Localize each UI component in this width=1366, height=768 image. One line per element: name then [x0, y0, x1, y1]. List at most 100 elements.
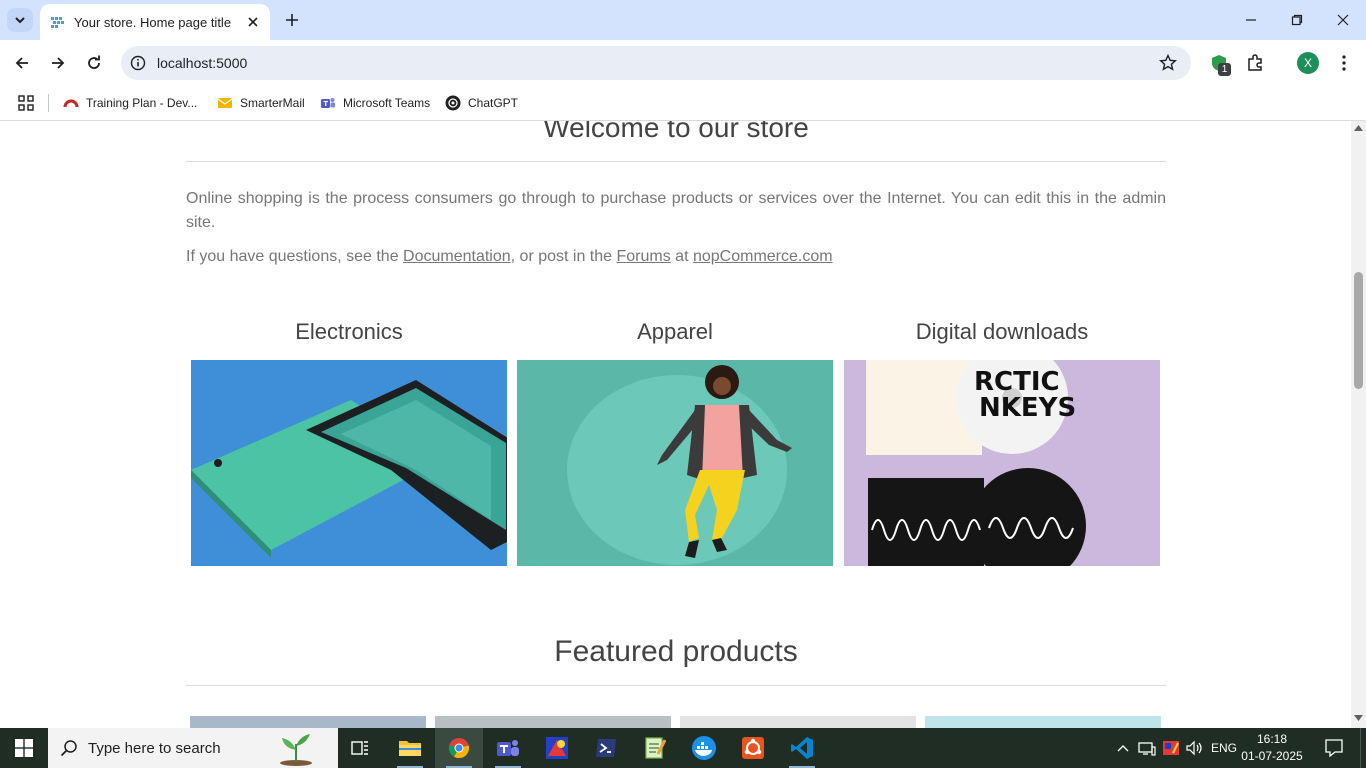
forums-link[interactable]: Forums	[617, 248, 671, 265]
clock[interactable]: 16:18 01-07-2025	[1240, 731, 1304, 765]
back-button[interactable]	[8, 49, 36, 77]
page-scrollbar[interactable]	[1351, 121, 1366, 728]
scroll-up-icon[interactable]	[1354, 125, 1363, 131]
start-button[interactable]	[0, 728, 48, 768]
restore-button[interactable]	[1274, 0, 1320, 40]
notifications-button[interactable]	[1318, 728, 1350, 768]
search-icon	[60, 740, 77, 757]
apps-grid-icon	[18, 95, 34, 111]
teams-icon	[497, 740, 519, 756]
bookmark-microsoft-teams[interactable]: Microsoft Teams	[320, 92, 430, 114]
scrollbar-thumb[interactable]	[1354, 272, 1363, 389]
category-title-digital-downloads[interactable]: Digital downloads	[844, 319, 1160, 345]
task-view-icon	[351, 741, 368, 755]
taskbar-search-placeholder: Type here to search	[88, 739, 221, 757]
site-info-icon[interactable]	[130, 55, 146, 71]
teams-taskbar-button[interactable]	[484, 728, 532, 768]
mail-icon	[217, 95, 233, 111]
help-text: If you have questions, see the Documenta…	[186, 245, 1166, 269]
plus-icon	[286, 14, 298, 26]
network-icon	[1138, 742, 1156, 756]
app-taskbar-button[interactable]	[533, 728, 581, 768]
bookmarks-bar: Training Plan - Dev... SmarterMail Micro…	[0, 86, 1366, 121]
close-window-button[interactable]	[1320, 0, 1366, 40]
bookmark-chatgpt[interactable]: ChatGPT	[445, 92, 518, 114]
close-icon	[248, 17, 258, 27]
extension-shield-button[interactable]: 1	[1207, 51, 1231, 76]
reload-icon	[88, 55, 100, 69]
volume-button[interactable]	[1184, 728, 1206, 768]
url-text[interactable]: localhost:5000	[157, 55, 247, 71]
bookmark-training-plan[interactable]: Training Plan - Dev...	[63, 92, 197, 114]
reload-button[interactable]	[80, 49, 108, 77]
intro-text: Online shopping is the process consumers…	[186, 190, 1166, 231]
vscode-button[interactable]	[778, 728, 826, 768]
show-hidden-icons-button[interactable]	[1112, 728, 1134, 768]
bookmark-label: SmarterMail	[240, 96, 305, 110]
title-divider	[186, 161, 1166, 162]
star-icon[interactable]	[1159, 54, 1177, 72]
network-button[interactable]	[1136, 728, 1158, 768]
featured-product-image[interactable]	[925, 716, 1161, 728]
task-view-button[interactable]	[336, 728, 384, 768]
tab-search-button[interactable]	[7, 8, 33, 32]
category-title-apparel[interactable]: Apparel	[517, 319, 833, 345]
terminal-icon	[596, 739, 616, 757]
help-prefix: If you have questions, see the	[186, 248, 404, 265]
scroll-down-icon[interactable]	[1354, 715, 1363, 721]
close-icon	[1337, 14, 1349, 26]
tab-close-button[interactable]	[242, 11, 264, 33]
powershell-button[interactable]	[582, 728, 630, 768]
ubuntu-button[interactable]	[729, 728, 777, 768]
docker-icon	[692, 736, 716, 760]
folder-icon	[399, 741, 421, 756]
help-mid: , or post in the	[510, 248, 617, 265]
show-desktop-button[interactable]	[1360, 728, 1366, 768]
notification-icon	[1325, 739, 1343, 757]
puzzle-icon	[1248, 54, 1262, 71]
featured-product-image[interactable]	[190, 716, 426, 728]
category-title-electronics[interactable]: Electronics	[191, 319, 507, 345]
chrome-button[interactable]	[435, 728, 483, 768]
windows-logo-icon	[15, 739, 33, 757]
chrome-icon	[448, 738, 470, 759]
arrow-left-icon	[15, 57, 28, 69]
menu-button[interactable]	[1332, 51, 1356, 75]
taskbar-search-box[interactable]: Type here to search	[48, 728, 338, 768]
documentation-link[interactable]: Documentation	[403, 248, 511, 265]
docker-button[interactable]	[680, 728, 728, 768]
notepad-plus-button[interactable]	[631, 728, 679, 768]
language-indicator[interactable]: ENG	[1208, 728, 1240, 768]
category-image-digital-downloads[interactable]: RCTIC NKEYS	[844, 360, 1160, 566]
ubuntu-icon	[742, 737, 764, 759]
teams-icon	[320, 95, 336, 111]
extension-badge: 1	[1218, 63, 1231, 76]
apps-button[interactable]	[18, 92, 34, 114]
colorful-app-icon	[546, 737, 568, 759]
bookmark-smartermail[interactable]: SmarterMail	[217, 92, 305, 114]
profile-button[interactable]: X	[1296, 51, 1320, 75]
forward-button[interactable]	[44, 49, 72, 77]
file-explorer-button[interactable]	[386, 728, 434, 768]
security-tray-button[interactable]	[1160, 728, 1182, 768]
category-image-apparel[interactable]	[517, 360, 833, 566]
featured-product-image[interactable]	[435, 716, 671, 728]
restore-icon	[1291, 14, 1303, 26]
nopcommerce-link[interactable]: nopCommerce.com	[693, 248, 833, 265]
svg-text:NKEYS: NKEYS	[979, 393, 1076, 423]
security-icon	[1163, 741, 1179, 755]
speaker-icon	[1186, 740, 1202, 756]
vscode-icon	[791, 737, 813, 759]
kebab-menu-icon	[1342, 55, 1346, 71]
minimize-button[interactable]	[1228, 0, 1274, 40]
address-bar[interactable]: localhost:5000	[121, 46, 1191, 80]
page-title: Welcome to our store	[543, 121, 809, 143]
new-tab-button[interactable]	[280, 8, 304, 32]
help-at: at	[670, 248, 693, 265]
browser-tab-active[interactable]: Your store. Home page title	[40, 4, 270, 40]
chevron-up-icon	[1117, 745, 1129, 752]
extensions-button[interactable]	[1243, 51, 1267, 75]
featured-product-image[interactable]	[680, 716, 916, 728]
category-image-electronics[interactable]	[191, 360, 507, 566]
avatar: X	[1297, 52, 1319, 74]
